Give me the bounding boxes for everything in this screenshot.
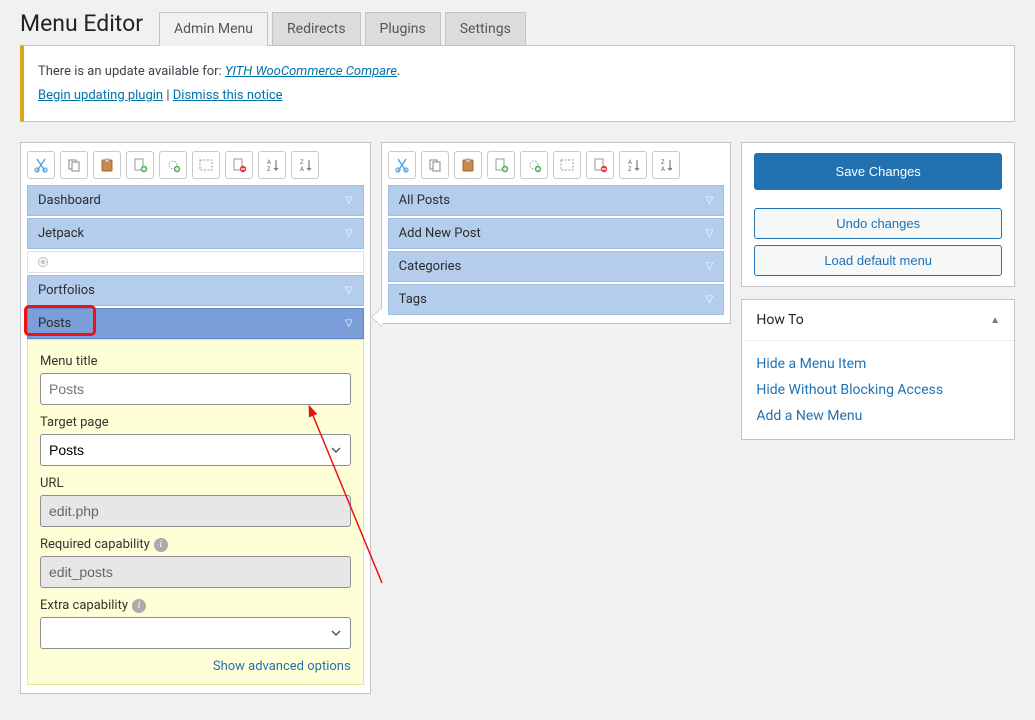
collapse-icon: ▲: [990, 315, 1000, 326]
notice-suffix: .: [397, 64, 400, 79]
top-level-menu-panel: AZ ZA Dashboard▽ Jetpack▽ Portfolios▽ Po…: [20, 142, 371, 694]
menu-title-label: Menu title: [40, 354, 351, 369]
delete-icon[interactable]: [225, 151, 253, 179]
show-hide-icon[interactable]: [553, 151, 581, 179]
submenu-item-all-posts[interactable]: All Posts ▽: [388, 185, 725, 216]
howto-link-add-menu[interactable]: Add a New Menu: [756, 403, 1000, 429]
dismiss-notice-link[interactable]: Dismiss this notice: [173, 88, 283, 103]
menu-title-input[interactable]: [40, 373, 351, 405]
nav-tabs: Admin Menu Redirects Plugins Settings: [155, 12, 526, 45]
notice-sep: |: [163, 88, 173, 103]
menu-label: Posts: [38, 316, 71, 331]
cut-icon[interactable]: [27, 151, 55, 179]
paste-icon[interactable]: [454, 151, 482, 179]
new-item-icon[interactable]: [487, 151, 515, 179]
info-icon[interactable]: i: [132, 599, 146, 613]
required-capability-input: [40, 556, 351, 588]
menu-label: Add New Post: [399, 226, 481, 241]
right-toolbar: AZ ZA: [388, 149, 725, 185]
show-advanced-link[interactable]: Show advanced options: [40, 659, 351, 674]
chevron-down-icon[interactable]: ▽: [345, 285, 353, 296]
svg-text:Z: Z: [267, 166, 271, 173]
cut-icon[interactable]: [388, 151, 416, 179]
update-notice: There is an update available for: YITH W…: [20, 45, 1015, 122]
show-hide-icon[interactable]: [192, 151, 220, 179]
chevron-up-icon[interactable]: ▽: [345, 318, 353, 329]
panel-pointer-icon: [371, 307, 382, 327]
howto-link-hide-without-block[interactable]: Hide Without Blocking Access: [756, 377, 1000, 403]
side-panel: Save Changes Undo changes Load default m…: [741, 142, 1015, 440]
submenu-item-tags[interactable]: Tags ▽: [388, 284, 725, 315]
left-toolbar: AZ ZA: [27, 149, 364, 185]
howto-box: How To ▲ Hide a Menu Item Hide Without B…: [741, 299, 1015, 440]
begin-update-link[interactable]: Begin updating plugin: [38, 88, 163, 103]
sort-az-icon[interactable]: AZ: [619, 151, 647, 179]
sort-za-icon[interactable]: ZA: [652, 151, 680, 179]
menu-label: All Posts: [399, 193, 450, 208]
svg-text:A: A: [628, 159, 632, 166]
menu-label: Categories: [399, 259, 462, 274]
chevron-down-icon[interactable]: ▽: [345, 195, 353, 206]
chevron-down-icon[interactable]: ▽: [706, 294, 714, 305]
submenu-item-categories[interactable]: Categories ▽: [388, 251, 725, 282]
extra-capability-select[interactable]: [40, 617, 351, 649]
load-default-button[interactable]: Load default menu: [754, 245, 1002, 276]
menu-label: Dashboard: [38, 193, 101, 208]
howto-header[interactable]: How To ▲: [742, 300, 1014, 341]
svg-text:Z: Z: [300, 159, 304, 166]
svg-text:A: A: [661, 166, 665, 173]
new-separator-icon[interactable]: [520, 151, 548, 179]
menu-item-editor: Menu title Target page Posts URL Require…: [27, 339, 364, 685]
new-separator-icon[interactable]: [159, 151, 187, 179]
page-title: Menu Editor: [20, 10, 143, 45]
menu-label: Tags: [399, 292, 427, 307]
svg-text:Z: Z: [661, 159, 665, 166]
info-icon[interactable]: i: [154, 538, 168, 552]
separator-handle-icon: [38, 257, 48, 267]
notice-prefix: There is an update available for:: [38, 64, 225, 79]
menu-item-dashboard[interactable]: Dashboard ▽: [27, 185, 364, 216]
extra-cap-label: Extra capability i: [40, 598, 351, 613]
svg-text:A: A: [267, 159, 271, 166]
copy-icon[interactable]: [60, 151, 88, 179]
chevron-down-icon[interactable]: ▽: [345, 228, 353, 239]
actions-box: Save Changes Undo changes Load default m…: [741, 142, 1015, 287]
new-item-icon[interactable]: [126, 151, 154, 179]
required-cap-label: Required capability i: [40, 537, 351, 552]
menu-label: Portfolios: [38, 283, 95, 298]
tab-plugins[interactable]: Plugins: [365, 12, 441, 45]
submenu-item-add-new[interactable]: Add New Post ▽: [388, 218, 725, 249]
menu-item-portfolios[interactable]: Portfolios ▽: [27, 275, 364, 306]
menu-label: Jetpack: [38, 226, 84, 241]
sort-az-icon[interactable]: AZ: [258, 151, 286, 179]
undo-changes-button[interactable]: Undo changes: [754, 208, 1002, 239]
chevron-down-icon[interactable]: ▽: [706, 195, 714, 206]
url-label: URL: [40, 476, 351, 491]
chevron-down-icon[interactable]: ▽: [706, 228, 714, 239]
svg-text:A: A: [300, 166, 304, 173]
tab-redirects[interactable]: Redirects: [272, 12, 361, 45]
howto-link-hide[interactable]: Hide a Menu Item: [756, 351, 1000, 377]
target-page-label: Target page: [40, 415, 351, 430]
delete-icon[interactable]: [586, 151, 614, 179]
tab-admin-menu[interactable]: Admin Menu: [159, 12, 268, 46]
chevron-down-icon[interactable]: ▽: [706, 261, 714, 272]
howto-title: How To: [756, 312, 803, 328]
svg-text:Z: Z: [628, 166, 632, 173]
save-changes-button[interactable]: Save Changes: [754, 153, 1002, 190]
tab-settings[interactable]: Settings: [445, 12, 526, 45]
notice-plugin-link[interactable]: YITH WooCommerce Compare: [225, 64, 397, 79]
target-page-select[interactable]: Posts: [40, 434, 351, 466]
menu-separator[interactable]: [27, 251, 364, 273]
copy-icon[interactable]: [421, 151, 449, 179]
url-input: [40, 495, 351, 527]
menu-item-jetpack[interactable]: Jetpack ▽: [27, 218, 364, 249]
menu-item-posts[interactable]: Posts ▽: [27, 308, 364, 339]
submenu-panel: AZ ZA All Posts▽ Add New Post▽ Categorie…: [381, 142, 732, 324]
paste-icon[interactable]: [93, 151, 121, 179]
sort-za-icon[interactable]: ZA: [291, 151, 319, 179]
